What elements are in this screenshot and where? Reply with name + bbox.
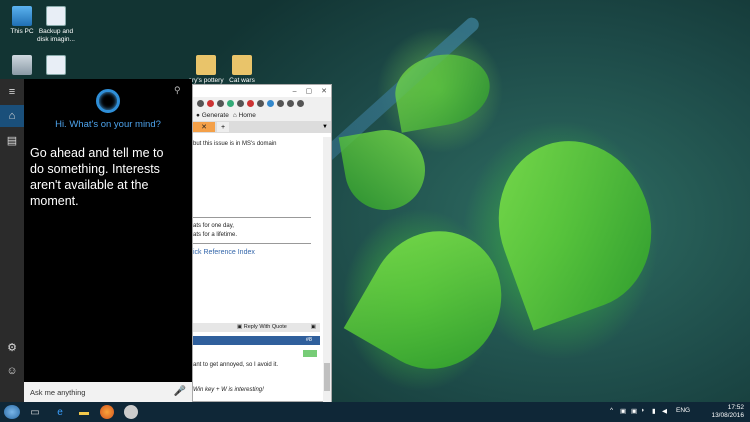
- addon-icon[interactable]: [207, 99, 214, 107]
- firefox-icon[interactable]: [100, 405, 114, 419]
- browser-titlebar: – ▢ ✕: [193, 85, 331, 97]
- post-text: but this issue is in MS's domain: [193, 141, 277, 147]
- divider: [193, 243, 311, 244]
- minimize-icon[interactable]: –: [293, 88, 297, 95]
- hamburger-menu-icon[interactable]: ≡: [0, 81, 24, 103]
- home-icon[interactable]: ⌂: [0, 105, 24, 127]
- quote-icon: ▣: [237, 324, 243, 330]
- clock-date: 13/08/2016: [711, 412, 744, 419]
- desktop-icon-label: Backup and disk imagin...: [37, 28, 75, 43]
- cortana-rail: ≡ ⌂ ▤ ⚙ ☺: [0, 79, 24, 402]
- post-text: ant to get annoyed, so I avoid it.: [193, 362, 279, 368]
- addon-icon[interactable]: [257, 99, 264, 107]
- search-input[interactable]: Ask me anything 🎤: [24, 382, 192, 402]
- divider: [193, 217, 311, 218]
- close-icon[interactable]: ✕: [321, 87, 327, 95]
- addon-icon[interactable]: [287, 99, 294, 107]
- show-hidden-icons-icon[interactable]: ^: [610, 407, 613, 414]
- wallpaper-leaf: [389, 47, 496, 133]
- browser-window[interactable]: – ▢ ✕ ● Generate ⌂ Home ✕ + ▼ but this i…: [192, 84, 332, 402]
- microphone-icon[interactable]: 🎤: [174, 386, 186, 397]
- addon-icon[interactable]: [277, 99, 284, 107]
- desktop-icon-label: ary's pottery: [188, 77, 224, 84]
- multiquote-icon[interactable]: ▣: [311, 324, 316, 330]
- computer-icon: [12, 6, 32, 26]
- scroll-thumb[interactable]: [324, 363, 330, 391]
- bookmark-home[interactable]: ⌂ Home: [233, 112, 256, 119]
- addon-icon[interactable]: [297, 99, 304, 107]
- addon-icon[interactable]: [217, 99, 224, 107]
- reply-with-quote-button[interactable]: ▣ Reply With Quote: [237, 324, 287, 330]
- desktop-icon-label: This PC: [10, 28, 34, 35]
- desktop-icon-label: Cat wars: [229, 77, 255, 84]
- desktop-icon-document[interactable]: [34, 55, 78, 77]
- page-content: but this issue is in MS's domain ats for…: [193, 137, 325, 402]
- bookmarks-bar: ● Generate ⌂ Home: [193, 109, 331, 121]
- taskbar: ▭ e ▬ ^ ▣ ▣ ◗ ▮ ◀ ENG 17:52 13/08/2016: [0, 402, 750, 422]
- addon-icon[interactable]: [247, 99, 254, 107]
- desktop-icon-cat-wars[interactable]: Cat wars: [220, 55, 264, 85]
- new-tab-button[interactable]: +: [217, 122, 229, 132]
- cortana-content: Hi. What's on your mind? Go ahead and te…: [24, 79, 192, 382]
- document-icon: [46, 55, 66, 75]
- cortana-panel: ≡ ⌂ ▤ ⚙ ☺ Hi. What's on your mind? Go ah…: [0, 79, 192, 402]
- start-button-icon[interactable]: [4, 405, 20, 419]
- battery-icon[interactable]: ▮: [652, 407, 656, 415]
- cortana-message: Go ahead and tell me to do something. In…: [30, 146, 164, 208]
- clock-time: 17:52: [727, 404, 744, 411]
- notebook-icon[interactable]: ▤: [0, 129, 24, 151]
- file-explorer-icon[interactable]: ▬: [77, 405, 91, 419]
- post-footer: ▣ Reply With Quote ▣: [193, 323, 320, 332]
- system-clock[interactable]: 17:52 13/08/2016: [711, 404, 744, 420]
- browser-toolbar: [193, 97, 331, 109]
- close-tab-icon[interactable]: ✕: [201, 123, 207, 131]
- signature-text: ats for one day,: [193, 223, 234, 229]
- recycle-bin-icon: [12, 55, 32, 75]
- wallpaper-leaf: [475, 119, 675, 331]
- folder-icon: [232, 55, 252, 75]
- action-center-icon[interactable]: ▣: [631, 407, 637, 415]
- search-placeholder: Ask me anything: [30, 387, 86, 397]
- post-number[interactable]: #8: [306, 337, 312, 343]
- online-status-badge: [303, 350, 317, 357]
- wifi-icon[interactable]: ◗: [641, 407, 645, 414]
- feedback-icon[interactable]: ☺: [0, 360, 24, 382]
- cortana-greeting: Hi. What's on your mind?: [55, 119, 161, 130]
- pin-icon[interactable]: ⚲: [174, 85, 181, 96]
- cortana-logo-icon: [96, 89, 120, 113]
- edge-icon[interactable]: e: [53, 405, 67, 419]
- language-indicator[interactable]: ENG: [676, 407, 690, 414]
- browser-tab[interactable]: ✕: [193, 122, 215, 132]
- tab-dropdown-icon[interactable]: ▼: [322, 124, 328, 130]
- addon-icon[interactable]: [227, 99, 234, 107]
- addon-icon[interactable]: [197, 99, 204, 107]
- reference-link[interactable]: ick Reference Index: [193, 249, 255, 256]
- app-icon[interactable]: [124, 405, 138, 419]
- wallpaper-leaf: [343, 206, 527, 394]
- vertical-scrollbar[interactable]: [323, 137, 331, 402]
- network-icon[interactable]: ▣: [620, 407, 626, 415]
- settings-gear-icon[interactable]: ⚙: [0, 336, 24, 358]
- wallpaper-leaf: [338, 123, 432, 217]
- folder-icon: [196, 55, 216, 75]
- document-icon: [46, 6, 66, 26]
- post-header: #8: [193, 336, 320, 345]
- signature-text: Win key + W is interesting!: [193, 387, 264, 393]
- volume-icon[interactable]: ◀: [662, 407, 667, 415]
- desktop-icon-backup[interactable]: Backup and disk imagin...: [34, 6, 78, 44]
- addon-icon[interactable]: [267, 99, 274, 107]
- task-view-icon[interactable]: ▭: [28, 405, 42, 419]
- bookmark-generate[interactable]: ● Generate: [196, 112, 229, 119]
- addon-icon[interactable]: [237, 99, 244, 107]
- tab-strip: ✕ + ▼: [193, 121, 331, 133]
- signature-text: ats for a lifetime.: [193, 232, 238, 238]
- maximize-icon[interactable]: ▢: [306, 87, 313, 95]
